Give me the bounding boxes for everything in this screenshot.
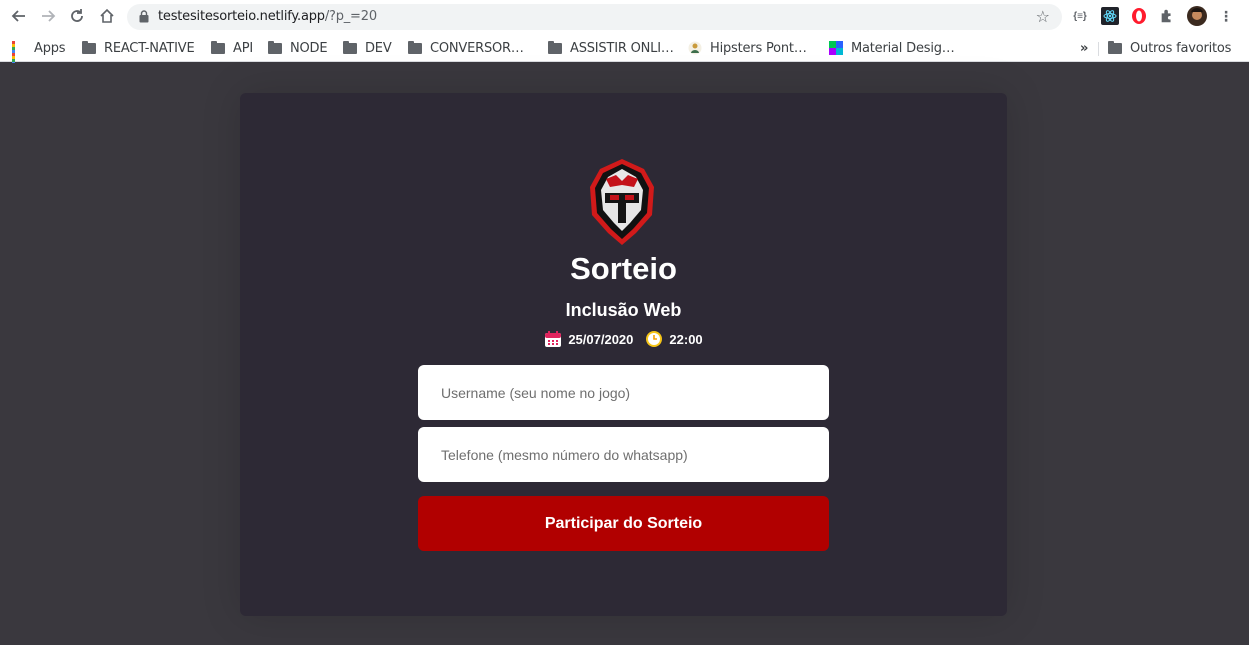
bookmark-label: Outros favoritos bbox=[1130, 40, 1232, 56]
folder-icon bbox=[268, 40, 282, 54]
helmet-logo-icon bbox=[590, 159, 654, 245]
back-icon[interactable] bbox=[8, 5, 30, 27]
url-host: testesitesorteio.netlify.app bbox=[158, 9, 325, 24]
event-date: 25/07/2020 bbox=[568, 331, 634, 347]
bookmark-api[interactable]: API bbox=[211, 38, 253, 58]
address-bar[interactable]: testesitesorteio.netlify.app/?p_=20 ☆ bbox=[127, 4, 1062, 30]
event-time: 22:00 bbox=[669, 331, 703, 347]
chrome-menu-icon[interactable]: ⋮ bbox=[1217, 7, 1235, 25]
bookmark-star-icon[interactable]: ☆ bbox=[1036, 7, 1050, 27]
profile-avatar[interactable] bbox=[1187, 6, 1207, 26]
bookmark-hipsters[interactable]: Hipsters Pont… bbox=[688, 38, 807, 58]
phone-input[interactable] bbox=[418, 427, 829, 482]
bookmarks-overflow-button[interactable]: » bbox=[1080, 38, 1088, 58]
extensions-puzzle-icon[interactable] bbox=[1158, 7, 1176, 25]
bookmark-label: API bbox=[233, 40, 253, 56]
bookmark-label: REACT-NATIVE bbox=[104, 40, 195, 56]
event-datetime: 25/07/2020 22:00 bbox=[240, 330, 1007, 348]
opera-extension-icon[interactable] bbox=[1130, 7, 1148, 25]
bookmark-material-design[interactable]: Material Desig… bbox=[829, 38, 955, 58]
bookmarks-divider bbox=[1098, 42, 1099, 56]
bookmark-conversor[interactable]: CONVERSOR… bbox=[408, 38, 524, 58]
forward-icon[interactable] bbox=[37, 5, 59, 27]
calendar-icon bbox=[545, 331, 562, 347]
home-icon[interactable] bbox=[96, 5, 118, 27]
participate-button[interactable]: Participar do Sorteio bbox=[418, 496, 829, 551]
bookmark-label: Hipsters Pont… bbox=[710, 40, 807, 56]
raffle-card: Sorteio Inclusão Web 25/07/2020 22:00 Pa… bbox=[240, 93, 1007, 616]
folder-icon bbox=[1108, 40, 1122, 54]
bookmark-react-native[interactable]: REACT-NATIVE bbox=[82, 38, 195, 58]
folder-icon bbox=[343, 40, 357, 54]
bookmark-label: Material Desig… bbox=[851, 40, 955, 56]
folder-icon bbox=[548, 40, 562, 54]
bookmarks-bar: Apps REACT-NATIVE API NODE DEV CONVERSOR… bbox=[0, 34, 1249, 68]
bookmark-label: NODE bbox=[290, 40, 328, 56]
url-path: /?p_=20 bbox=[324, 9, 377, 24]
bookmark-label: CONVERSOR… bbox=[430, 40, 524, 56]
json-viewer-extension-icon[interactable]: {≡} bbox=[1071, 7, 1089, 25]
bookmark-node[interactable]: NODE bbox=[268, 38, 328, 58]
browser-toolbar: testesitesorteio.netlify.app/?p_=20 ☆ {≡… bbox=[0, 0, 1249, 34]
apps-grid-icon bbox=[12, 41, 26, 68]
bookmark-label: ASSISTIR ONLI… bbox=[570, 40, 674, 56]
react-devtools-extension-icon[interactable] bbox=[1101, 7, 1119, 25]
username-input[interactable] bbox=[418, 365, 829, 420]
page-title: Sorteio bbox=[570, 251, 677, 286]
lock-icon[interactable] bbox=[139, 10, 149, 23]
folder-icon bbox=[82, 40, 96, 54]
clock-icon bbox=[646, 331, 663, 347]
folder-icon bbox=[211, 40, 225, 54]
bookmark-assistir-online[interactable]: ASSISTIR ONLI… bbox=[548, 38, 674, 58]
hipsters-icon bbox=[688, 41, 702, 55]
reload-icon[interactable] bbox=[66, 5, 88, 27]
page-subtitle: Inclusão Web bbox=[565, 300, 682, 320]
folder-icon bbox=[408, 40, 422, 54]
bookmark-dev[interactable]: DEV bbox=[343, 38, 392, 58]
bookmark-outros-favoritos[interactable]: Outros favoritos bbox=[1108, 38, 1231, 58]
url-text[interactable]: testesitesorteio.netlify.app/?p_=20 bbox=[158, 9, 377, 24]
page-background: Sorteio Inclusão Web 25/07/2020 22:00 Pa… bbox=[0, 63, 1249, 645]
bookmark-apps[interactable]: Apps bbox=[12, 38, 66, 68]
bookmark-label: Apps bbox=[34, 40, 66, 56]
bookmark-label: DEV bbox=[365, 40, 392, 56]
material-design-icon bbox=[829, 41, 843, 55]
